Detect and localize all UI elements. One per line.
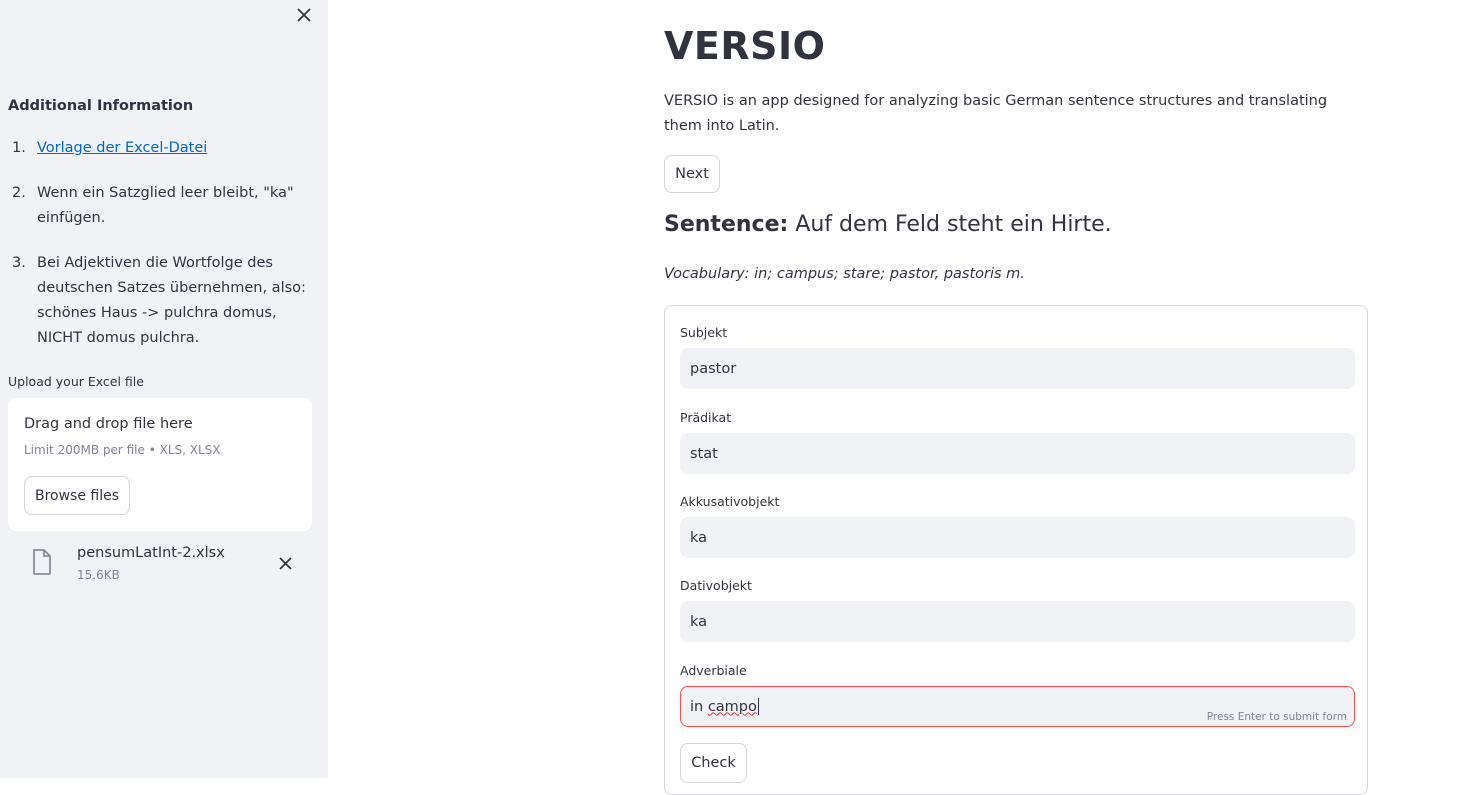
file-size: 15.6KB [77, 568, 120, 582]
adverbiale-input[interactable]: in campo Press Enter to submit form [680, 686, 1355, 727]
file-icon [32, 549, 52, 579]
list-item: 1. Vorlage der Excel-Datei [8, 136, 308, 161]
app-description: VERSIO is an app designed for analyzing … [664, 93, 1328, 134]
sidebar: Additional Information 1. Vorlage der Ex… [0, 0, 328, 778]
sidebar-close-icon[interactable] [293, 4, 315, 26]
field-label: Adverbiale [680, 663, 747, 678]
sentence: Sentence: Auf dem Feld steht ein Hirte. [664, 212, 1112, 237]
dropzone-title: Drag and drop file here [24, 416, 193, 432]
list-number: 1. [12, 140, 26, 156]
text-cursor [757, 698, 759, 715]
akkusativobjekt-field: Akkusativobjekt ka [680, 494, 1355, 558]
file-name: pensumLatInt-2.xlsx [77, 545, 225, 561]
list-item-text: Bei Adjektiven die Wortfolge des deutsch… [37, 255, 306, 346]
sentence-label: Sentence: [664, 212, 789, 237]
uploaded-file: pensumLatInt-2.xlsx 15.6KB [24, 540, 304, 588]
list-number: 3. [12, 255, 26, 271]
sentence-text: Auf dem Feld steht ein Hirte. [788, 212, 1112, 237]
instructions-list: 1. Vorlage der Excel-Datei 2. Wenn ein S… [8, 136, 308, 371]
remove-file-icon[interactable] [275, 553, 295, 573]
praedikat-input[interactable]: stat [680, 433, 1355, 474]
subjekt-input[interactable]: pastor [680, 348, 1355, 389]
browse-files-button[interactable]: Browse files [24, 476, 130, 515]
check-button[interactable]: Check [680, 743, 747, 783]
list-number: 2. [12, 185, 26, 201]
file-dropzone[interactable]: Drag and drop file here Limit 200MB per … [8, 398, 312, 531]
akkusativobjekt-input[interactable]: ka [680, 517, 1355, 558]
excel-template-link[interactable]: Vorlage der Excel-Datei [37, 140, 207, 156]
dativobjekt-input[interactable]: ka [680, 601, 1355, 642]
field-label: Subjekt [680, 325, 728, 340]
dativobjekt-field: Dativobjekt ka [680, 578, 1355, 642]
list-item: 2. Wenn ein Satzglied leer bleibt, "ka" … [8, 181, 308, 231]
praedikat-field: Prädikat stat [680, 410, 1355, 474]
adverbiale-field: Adverbiale in campo Press Enter to submi… [680, 663, 1355, 727]
list-item: 3. Bei Adjektiven die Wortfolge des deut… [8, 251, 308, 351]
next-button[interactable]: Next [664, 155, 720, 193]
page-title: VERSIO [664, 24, 826, 68]
list-item-text: Wenn ein Satzglied leer bleibt, "ka" ein… [37, 185, 294, 226]
submit-hint: Press Enter to submit form [1206, 711, 1347, 723]
sidebar-heading: Additional Information [8, 98, 194, 114]
input-value: in [690, 698, 708, 715]
misspelled-word: campo [707, 698, 757, 715]
dropzone-limit: Limit 200MB per file • XLS, XLSX [24, 443, 221, 457]
field-label: Akkusativobjekt [680, 494, 780, 509]
field-label: Prädikat [680, 410, 732, 425]
upload-label: Upload your Excel file [8, 374, 144, 389]
subjekt-field: Subjekt pastor [680, 325, 1355, 389]
translation-form: Subjekt pastor Prädikat stat Akkusativob… [664, 305, 1368, 795]
field-label: Dativobjekt [680, 578, 752, 593]
vocabulary: Vocabulary: in; campus; stare; pastor, p… [664, 266, 1025, 282]
